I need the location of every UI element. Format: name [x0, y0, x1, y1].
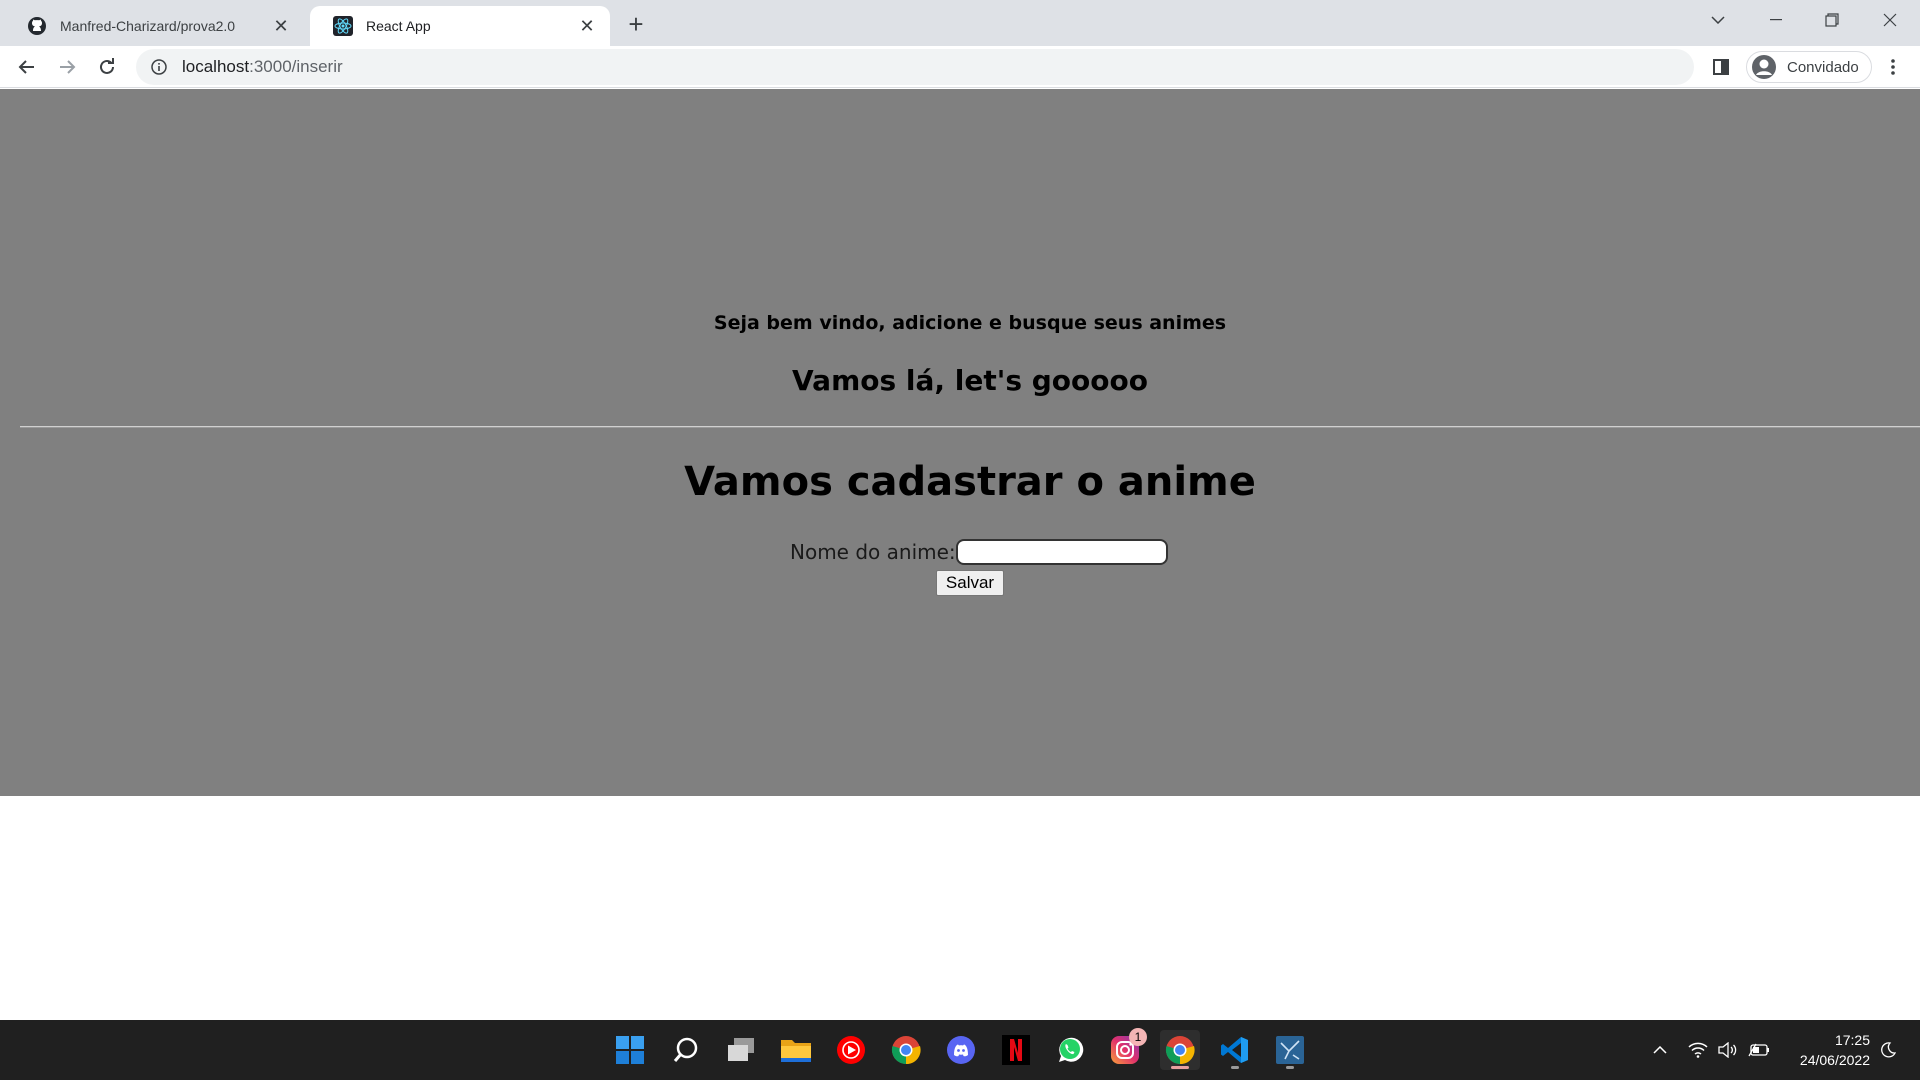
browser-toolbar: localhost:3000/inserir Convidado — [0, 46, 1920, 88]
url-path: :3000/inserir — [249, 57, 343, 76]
focus-assist-icon[interactable] — [1876, 1020, 1900, 1080]
chevron-up-icon[interactable] — [1648, 1020, 1672, 1080]
reload-icon[interactable] — [90, 50, 124, 84]
chrome-icon[interactable] — [886, 1030, 926, 1070]
volume-icon[interactable] — [1714, 1020, 1742, 1080]
profile-button[interactable]: Convidado — [1746, 51, 1872, 83]
clock-date: 24/06/2022 — [1799, 1052, 1870, 1068]
side-panel-icon[interactable] — [1704, 50, 1738, 84]
search-icon[interactable] — [666, 1030, 706, 1070]
url-host: localhost — [182, 57, 250, 76]
task-view-icon[interactable] — [721, 1030, 761, 1070]
minimize-icon[interactable] — [1748, 0, 1804, 40]
tab-search-icon[interactable] — [1690, 0, 1746, 40]
page-viewport: Seja bem vindo, adicione e busque seus a… — [0, 89, 1920, 1020]
restore-icon[interactable] — [1804, 0, 1860, 40]
instagram-icon[interactable]: 1 — [1105, 1028, 1147, 1070]
mysql-workbench-icon[interactable] — [1270, 1030, 1310, 1070]
info-icon[interactable] — [150, 58, 168, 76]
close-icon[interactable]: ✕ — [270, 15, 292, 37]
divider — [20, 426, 1920, 428]
running-indicator — [1231, 1066, 1239, 1069]
anime-name-label: Nome do anime: — [790, 540, 956, 564]
github-icon — [26, 15, 48, 37]
youtube-music-icon[interactable] — [831, 1030, 871, 1070]
notification-badge: 1 — [1129, 1028, 1147, 1046]
netflix-icon[interactable] — [996, 1030, 1036, 1070]
anime-name-input[interactable] — [955, 539, 1168, 565]
clock[interactable]: 17:25 24/06/2022 — [1780, 1030, 1870, 1070]
taskbar: 1 17:25 24/06/2022 — [0, 1020, 1920, 1080]
tab-strip: Manfred-Charizard/prova2.0 ✕ React App ✕… — [0, 0, 1920, 46]
running-indicator — [1286, 1066, 1294, 1069]
welcome-text: Seja bem vindo, adicione e busque seus a… — [713, 312, 1227, 334]
close-icon[interactable]: ✕ — [576, 15, 598, 37]
tab-react-app[interactable]: React App ✕ — [310, 6, 610, 46]
whatsapp-icon[interactable] — [1050, 1030, 1090, 1070]
profile-label: Convidado — [1787, 58, 1859, 76]
app-container: Seja bem vindo, adicione e busque seus a… — [0, 89, 1920, 796]
clock-time: 17:25 — [1834, 1032, 1870, 1048]
start-icon[interactable] — [610, 1030, 650, 1070]
new-tab-button[interactable]: + — [620, 8, 652, 40]
discord-icon[interactable] — [941, 1030, 981, 1070]
tab-title: Manfred-Charizard/prova2.0 — [60, 18, 236, 34]
vscode-icon[interactable] — [1215, 1030, 1255, 1070]
anime-name-row: Nome do anime: — [790, 538, 1168, 566]
page-subtitle: Vamos lá, let's gooooo — [792, 364, 1148, 397]
active-indicator — [1171, 1066, 1189, 1069]
save-button[interactable]: Salvar — [936, 570, 1004, 596]
form-title: Vamos cadastrar o anime — [684, 459, 1256, 505]
forward-arrow-icon[interactable] — [50, 50, 84, 84]
file-explorer-icon[interactable] — [776, 1030, 816, 1070]
back-arrow-icon[interactable] — [10, 50, 44, 84]
tab-title: React App — [366, 18, 431, 34]
wifi-icon[interactable] — [1684, 1020, 1712, 1080]
more-menu-icon[interactable] — [1878, 50, 1908, 84]
avatar-icon — [1751, 54, 1777, 80]
react-icon — [332, 15, 354, 37]
chrome-active-icon[interactable] — [1160, 1030, 1200, 1070]
tab-github[interactable]: Manfred-Charizard/prova2.0 ✕ — [4, 6, 304, 46]
address-bar[interactable]: localhost:3000/inserir — [136, 49, 1694, 85]
close-window-icon[interactable] — [1862, 0, 1918, 40]
battery-icon[interactable] — [1745, 1020, 1773, 1080]
